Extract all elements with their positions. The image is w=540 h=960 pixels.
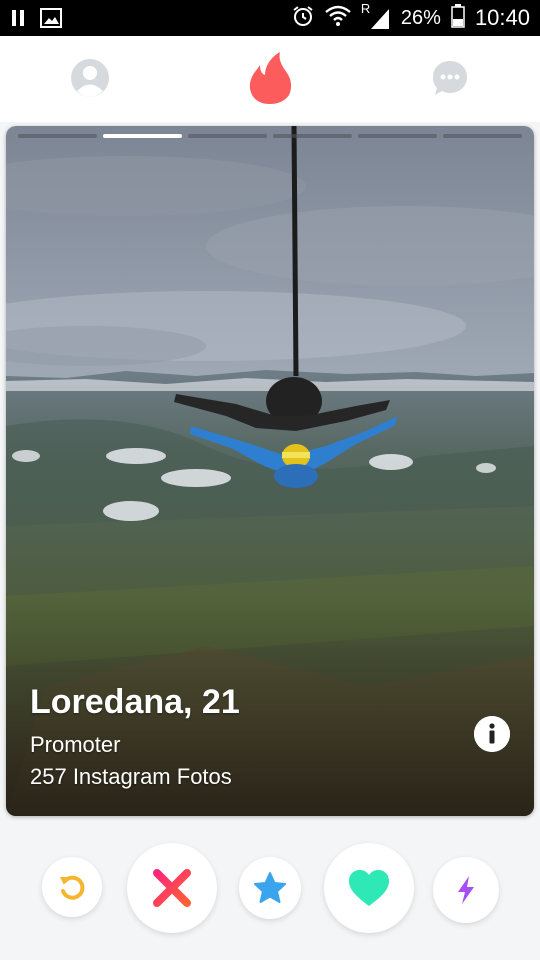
info-icon bbox=[474, 716, 510, 752]
rewind-button[interactable] bbox=[42, 857, 102, 917]
photo-indicator[interactable] bbox=[18, 134, 97, 138]
info-button[interactable] bbox=[474, 716, 510, 752]
chat-bubble-icon[interactable] bbox=[428, 56, 472, 100]
profile-instagram: 257 Instagram Fotos bbox=[30, 764, 232, 789]
photo-indicator[interactable] bbox=[273, 134, 352, 138]
wifi-icon bbox=[325, 5, 351, 32]
photo-indicator[interactable] bbox=[358, 134, 437, 138]
photo-indicator[interactable] bbox=[188, 134, 267, 138]
profile-name-age: Loredana, 21 bbox=[30, 683, 240, 721]
flame-logo-icon[interactable] bbox=[246, 50, 294, 106]
battery-percent: 26% bbox=[400, 6, 441, 29]
boost-button[interactable] bbox=[433, 857, 499, 923]
photo-progress-bar bbox=[18, 134, 522, 138]
photo-indicator-active[interactable] bbox=[103, 134, 182, 138]
clock: 10:40 bbox=[474, 5, 530, 30]
top-nav bbox=[0, 36, 540, 122]
photo-indicator[interactable] bbox=[443, 134, 522, 138]
nope-button[interactable] bbox=[127, 843, 217, 933]
profile-icon[interactable] bbox=[68, 56, 112, 100]
like-button[interactable] bbox=[324, 843, 414, 933]
alarm-icon bbox=[291, 4, 315, 33]
lightning-icon bbox=[458, 876, 474, 904]
gallery-icon bbox=[40, 8, 62, 33]
profile-card[interactable]: Loredana, 21 Promoter 257 Instagram Foto… bbox=[6, 126, 534, 816]
rewind-icon bbox=[60, 875, 85, 900]
x-icon bbox=[153, 869, 191, 907]
signal-icon: R bbox=[361, 1, 391, 31]
profile-job: Promoter bbox=[30, 732, 121, 757]
star-icon bbox=[254, 872, 286, 903]
heart-icon bbox=[349, 870, 389, 906]
battery-icon bbox=[451, 3, 465, 33]
status-bar: R 26% 10:40 bbox=[0, 0, 540, 36]
super-like-button[interactable] bbox=[239, 857, 301, 919]
pause-icon bbox=[12, 9, 26, 32]
profile-info: Loredana, 21 Promoter 257 Instagram Foto… bbox=[30, 683, 240, 790]
